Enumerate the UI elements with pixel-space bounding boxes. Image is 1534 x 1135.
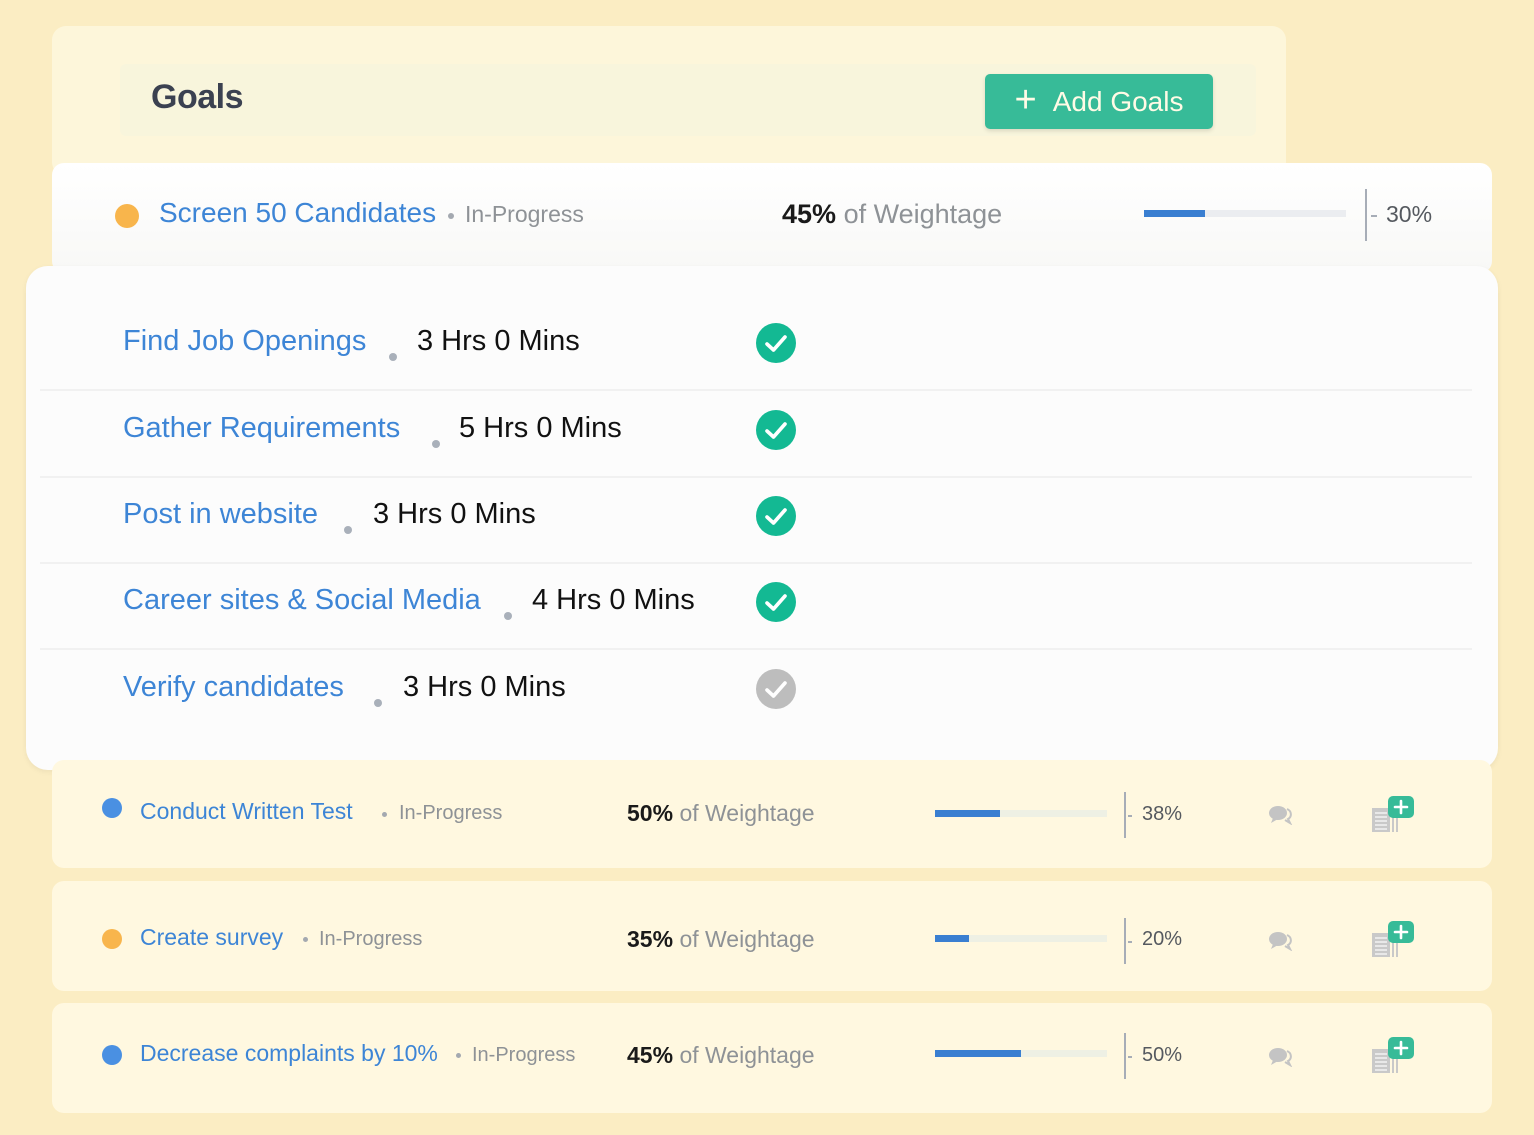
subtask-row[interactable]: Career sites & Social Media 4 Hrs 0 Mins (40, 562, 1472, 650)
goal-status: In-Progress (472, 1044, 576, 1066)
subtask-duration: 4 Hrs 0 Mins (532, 584, 695, 616)
subtask-separator (504, 612, 512, 620)
subtask-duration: 5 Hrs 0 Mins (459, 412, 622, 444)
subtask-separator (432, 440, 440, 448)
progress-bar-fill (1144, 210, 1205, 217)
subtask-separator (374, 699, 382, 707)
check-circle-icon[interactable] (756, 582, 796, 622)
status-separator (448, 213, 454, 219)
subtask-duration: 3 Hrs 0 Mins (417, 325, 580, 357)
progress-divider (1124, 792, 1126, 838)
subtask-list: Find Job Openings 3 Hrs 0 Mins Gather Re… (26, 266, 1498, 770)
goal-title-link[interactable]: Create survey (140, 924, 283, 951)
goal-weightage: 35% of Weightage (627, 926, 815, 953)
subtask-row[interactable]: Find Job Openings 3 Hrs 0 Mins (40, 303, 1472, 391)
subtask-title-link[interactable]: Find Job Openings (123, 325, 366, 358)
status-dot-icon (102, 798, 122, 818)
progress-bar (1144, 210, 1346, 217)
comment-icon[interactable] (1268, 931, 1294, 956)
status-dot-icon (102, 929, 122, 949)
progress-percent: 20% (1142, 928, 1183, 950)
progress-bar-fill (935, 1050, 1021, 1057)
status-separator (456, 1053, 461, 1058)
progress-tick (1128, 1056, 1132, 1058)
progress-bar-fill (935, 935, 970, 942)
subtask-title-link[interactable]: Verify candidates (123, 671, 344, 704)
comment-icon[interactable] (1268, 1047, 1294, 1072)
subtask-title-link[interactable]: Career sites & Social Media (123, 584, 481, 617)
goal-title-link[interactable]: Decrease complaints by 10% (140, 1040, 438, 1067)
page-title: Goals (151, 78, 243, 116)
progress-tick (1371, 215, 1377, 217)
status-dot-icon (115, 204, 139, 228)
subtask-title-link[interactable]: Gather Requirements (123, 412, 400, 445)
weightage-value: 45% (782, 199, 837, 229)
goal-row[interactable]: Create survey In-Progress 35% of Weighta… (52, 881, 1492, 991)
goal-title-link[interactable]: Screen 50 Candidates (159, 197, 436, 229)
progress-tick (1128, 815, 1132, 817)
progress-percent: 50% (1142, 1044, 1183, 1066)
subtask-separator (389, 353, 397, 361)
subtask-duration: 3 Hrs 0 Mins (373, 498, 536, 530)
progress-bar (935, 935, 1107, 942)
subtask-row[interactable]: Verify candidates 3 Hrs 0 Mins (40, 649, 1472, 735)
goal-weightage: 45% of Weightage (627, 1042, 815, 1069)
progress-bar (935, 810, 1107, 817)
check-circle-icon[interactable] (756, 410, 796, 450)
progress-percent: 30% (1386, 201, 1433, 227)
weightage-label: of Weightage (679, 926, 815, 952)
status-separator (303, 937, 308, 942)
progress-tick (1128, 941, 1132, 943)
subtask-title-link[interactable]: Post in website (123, 498, 318, 531)
status-separator (382, 812, 387, 817)
weightage-value: 45% (627, 1042, 674, 1068)
progress-divider (1124, 918, 1126, 964)
goal-weightage: 50% of Weightage (627, 800, 815, 827)
goal-row[interactable]: Conduct Written Test In-Progress 50% of … (52, 760, 1492, 868)
weightage-label: of Weightage (679, 800, 815, 826)
goal-row-active[interactable]: Screen 50 Candidates In-Progress 45% of … (52, 163, 1492, 273)
add-document-icon[interactable] (1370, 796, 1420, 836)
goal-row[interactable]: Decrease complaints by 10% In-Progress 4… (52, 1003, 1492, 1113)
goal-weightage: 45% of Weightage (782, 199, 1002, 230)
subtask-duration: 3 Hrs 0 Mins (403, 671, 566, 703)
check-circle-icon[interactable] (756, 496, 796, 536)
progress-percent: 38% (1142, 803, 1183, 825)
weightage-value: 50% (627, 800, 674, 826)
weightage-label: of Weightage (679, 1042, 815, 1068)
progress-bar (935, 1050, 1107, 1057)
goal-status: In-Progress (465, 201, 584, 227)
goal-title-link[interactable]: Conduct Written Test (140, 798, 353, 825)
progress-divider (1365, 189, 1367, 241)
weightage-label: of Weightage (843, 199, 1003, 229)
subtask-separator (344, 526, 352, 534)
subtask-row[interactable]: Gather Requirements 5 Hrs 0 Mins (40, 390, 1472, 478)
add-document-icon[interactable] (1370, 921, 1420, 961)
progress-divider (1124, 1033, 1126, 1079)
plus-icon: + (1014, 78, 1037, 121)
subtask-row[interactable]: Post in website 3 Hrs 0 Mins (40, 476, 1472, 564)
comment-icon[interactable] (1268, 805, 1294, 830)
check-circle-icon[interactable] (756, 323, 796, 363)
progress-bar-fill (935, 810, 1001, 817)
check-circle-icon[interactable] (756, 669, 796, 709)
status-dot-icon (102, 1045, 122, 1065)
add-document-icon[interactable] (1370, 1037, 1420, 1077)
add-goals-label: Add Goals (1052, 85, 1184, 117)
goal-status: In-Progress (319, 928, 423, 950)
goal-status: In-Progress (399, 802, 503, 824)
add-goals-button[interactable]: + Add Goals (985, 74, 1213, 129)
weightage-value: 35% (627, 926, 674, 952)
